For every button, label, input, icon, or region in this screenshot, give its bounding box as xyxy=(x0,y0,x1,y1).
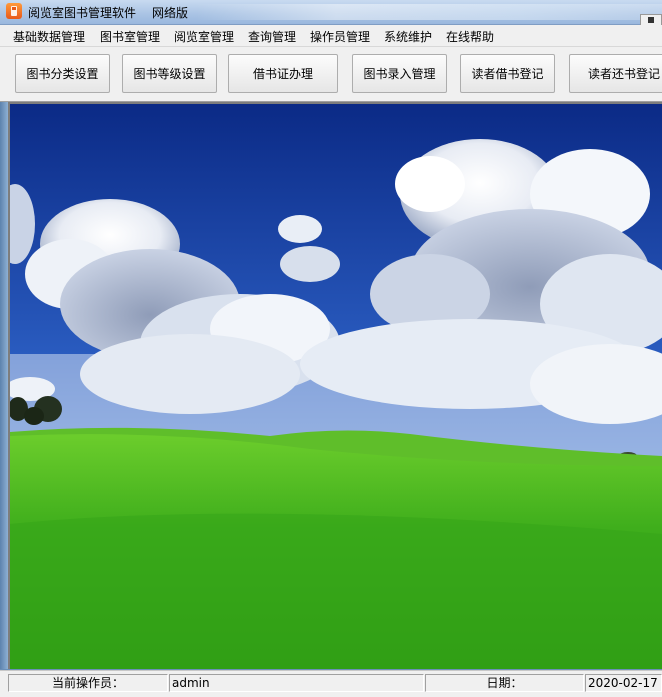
operator-value: admin xyxy=(169,674,424,692)
book-level-button[interactable]: 图书等级设置 xyxy=(122,54,217,93)
main-client-area[interactable] xyxy=(8,102,662,669)
reader-return-button[interactable]: 读者还书登记 xyxy=(569,54,662,93)
background-wallpaper xyxy=(10,104,662,669)
menu-basic-data[interactable]: 基础数据管理 xyxy=(13,28,85,45)
menu-bar: 基础数据管理 图书室管理 阅览室管理 查询管理 操作员管理 系统维护 在线帮助 xyxy=(0,25,662,47)
menu-operator[interactable]: 操作员管理 xyxy=(310,28,370,45)
window-left-frame xyxy=(0,102,8,669)
app-logo-icon xyxy=(6,3,22,19)
title-bar-blur xyxy=(196,4,662,20)
book-category-button[interactable]: 图书分类设置 xyxy=(15,54,110,93)
toolbar: 图书分类设置 图书等级设置 借书证办理 图书录入管理 读者借书登记 读者还书登记 xyxy=(0,47,662,102)
cloud-small xyxy=(278,215,322,243)
reader-borrow-button[interactable]: 读者借书登记 xyxy=(460,54,555,93)
library-card-button[interactable]: 借书证办理 xyxy=(228,54,338,93)
title-bar[interactable]: 阅览室图书管理软件 网络版 xyxy=(0,0,662,25)
date-label: 日期： xyxy=(425,674,584,692)
window-control-icon xyxy=(648,17,654,23)
book-entry-button[interactable]: 图书录入管理 xyxy=(352,54,447,93)
menu-system-maintenance[interactable]: 系统维护 xyxy=(384,28,432,45)
menu-reading-room[interactable]: 阅览室管理 xyxy=(174,28,234,45)
date-value: 2020-02-17 xyxy=(585,674,662,692)
window-control-button[interactable] xyxy=(640,14,662,25)
menu-query[interactable]: 查询管理 xyxy=(248,28,296,45)
status-bar: 当前操作员： admin 日期： 2020-02-17 xyxy=(0,670,662,697)
menu-library-room[interactable]: 图书室管理 xyxy=(100,28,160,45)
menu-online-help[interactable]: 在线帮助 xyxy=(446,28,494,45)
operator-label: 当前操作员： xyxy=(8,674,168,692)
window-edition: 网络版 xyxy=(152,6,189,20)
window-title: 阅览室图书管理软件 xyxy=(28,6,137,20)
